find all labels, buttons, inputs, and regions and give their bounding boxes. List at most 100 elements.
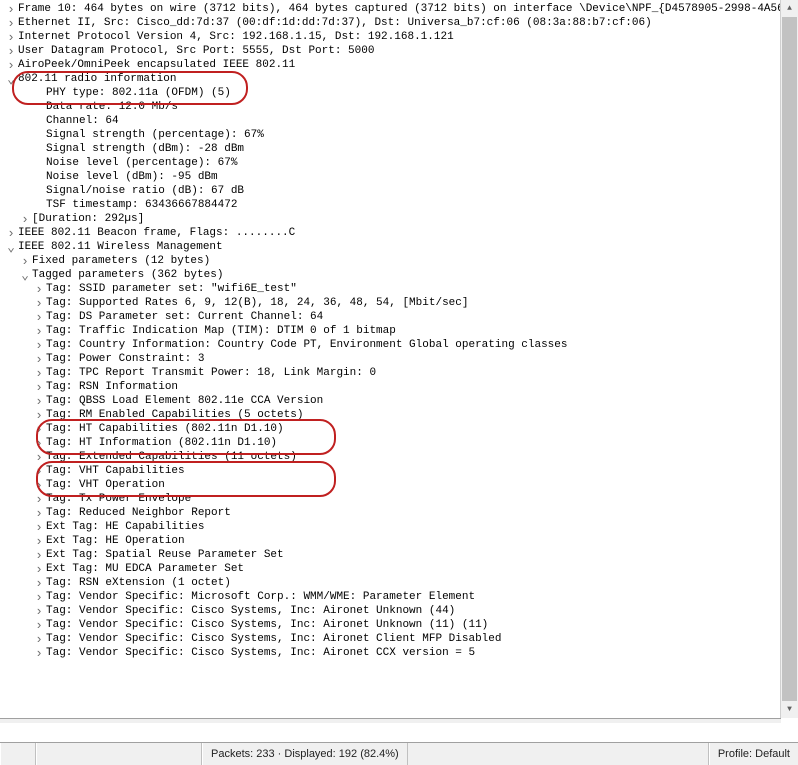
expand-toggle[interactable] bbox=[4, 226, 18, 240]
tree-label: Fixed parameters (12 bytes) bbox=[32, 254, 210, 268]
tree-label: PHY type: 802.11a (OFDM) (5) bbox=[46, 86, 231, 100]
status-profile[interactable]: Profile: Default bbox=[709, 743, 798, 765]
tree-row[interactable]: Tag: Vendor Specific: Microsoft Corp.: W… bbox=[4, 590, 798, 604]
tree-row[interactable]: Tag: VHT Capabilities bbox=[4, 464, 798, 478]
expand-toggle[interactable] bbox=[32, 380, 46, 394]
expand-toggle[interactable] bbox=[32, 632, 46, 646]
expand-toggle[interactable] bbox=[32, 520, 46, 534]
tree-row[interactable]: Noise level (percentage): 67% bbox=[4, 156, 798, 170]
expand-toggle[interactable] bbox=[32, 394, 46, 408]
expand-toggle[interactable] bbox=[4, 44, 18, 58]
expand-toggle[interactable] bbox=[32, 576, 46, 590]
tree-row[interactable]: Tag: RSN eXtension (1 octet) bbox=[4, 576, 798, 590]
tree-row[interactable]: Tag: Power Constraint: 3 bbox=[4, 352, 798, 366]
expand-toggle[interactable] bbox=[32, 534, 46, 548]
tree-row[interactable]: Tag: Vendor Specific: Cisco Systems, Inc… bbox=[4, 646, 798, 660]
collapse-toggle[interactable] bbox=[4, 72, 18, 86]
vertical-scrollbar[interactable]: ▲ ▼ bbox=[780, 0, 798, 718]
collapse-toggle[interactable] bbox=[18, 268, 32, 282]
tree-row[interactable]: Tag: RM Enabled Capabilities (5 octets) bbox=[4, 408, 798, 422]
expand-toggle[interactable] bbox=[4, 16, 18, 30]
expand-toggle[interactable] bbox=[32, 562, 46, 576]
tree-row[interactable]: Tag: DS Parameter set: Current Channel: … bbox=[4, 310, 798, 324]
expand-toggle[interactable] bbox=[4, 58, 18, 72]
expand-toggle[interactable] bbox=[18, 212, 32, 226]
expand-toggle[interactable] bbox=[32, 618, 46, 632]
expand-toggle[interactable] bbox=[32, 408, 46, 422]
tree-row[interactable]: Tag: TPC Report Transmit Power: 18, Link… bbox=[4, 366, 798, 380]
tree-label: Tagged parameters (362 bytes) bbox=[32, 268, 223, 282]
tree-row[interactable]: Tag: Tx Power Envelope bbox=[4, 492, 798, 506]
scroll-down-arrow[interactable]: ▼ bbox=[781, 701, 798, 718]
expand-toggle[interactable] bbox=[4, 30, 18, 44]
expand-toggle[interactable] bbox=[32, 604, 46, 618]
tree-row[interactable]: Signal/noise ratio (dB): 67 dB bbox=[4, 184, 798, 198]
tree-row[interactable]: Channel: 64 bbox=[4, 114, 798, 128]
tree-row[interactable]: 802.11 radio information bbox=[4, 72, 798, 86]
tree-row[interactable]: Tag: Vendor Specific: Cisco Systems, Inc… bbox=[4, 618, 798, 632]
tree-row[interactable]: Tag: Country Information: Country Code P… bbox=[4, 338, 798, 352]
expand-toggle[interactable] bbox=[4, 2, 18, 16]
tree-label: Tag: RSN eXtension (1 octet) bbox=[46, 576, 231, 590]
tree-row[interactable]: Tag: SSID parameter set: "wifi6E_test" bbox=[4, 282, 798, 296]
tree-row[interactable]: Tag: RSN Information bbox=[4, 380, 798, 394]
tree-row[interactable]: IEEE 802.11 Beacon frame, Flags: .......… bbox=[4, 226, 798, 240]
tree-row[interactable]: Ext Tag: HE Capabilities bbox=[4, 520, 798, 534]
tree-row[interactable]: Tag: Vendor Specific: Cisco Systems, Inc… bbox=[4, 604, 798, 618]
tree-row[interactable]: Tag: VHT Operation bbox=[4, 478, 798, 492]
tree-row[interactable]: Ext Tag: Spatial Reuse Parameter Set bbox=[4, 548, 798, 562]
packet-details-tree[interactable]: Frame 10: 464 bytes on wire (3712 bits),… bbox=[0, 0, 798, 664]
expand-toggle[interactable] bbox=[32, 422, 46, 436]
tree-row[interactable]: Data rate: 12.0 Mb/s bbox=[4, 100, 798, 114]
tree-row[interactable]: Ethernet II, Src: Cisco_dd:7d:37 (00:df:… bbox=[4, 16, 798, 30]
expand-toggle[interactable] bbox=[32, 478, 46, 492]
expand-toggle[interactable] bbox=[32, 436, 46, 450]
status-spacer bbox=[408, 743, 709, 765]
expand-toggle[interactable] bbox=[32, 338, 46, 352]
expand-toggle[interactable] bbox=[32, 646, 46, 660]
expand-toggle[interactable] bbox=[18, 254, 32, 268]
tree-row[interactable]: Tag: Supported Rates 6, 9, 12(B), 18, 24… bbox=[4, 296, 798, 310]
tree-row[interactable]: [Duration: 292µs] bbox=[4, 212, 798, 226]
scrollbar-thumb[interactable] bbox=[782, 17, 797, 701]
expand-toggle[interactable] bbox=[32, 506, 46, 520]
expand-toggle[interactable] bbox=[32, 282, 46, 296]
tree-label: Tag: Vendor Specific: Cisco Systems, Inc… bbox=[46, 604, 455, 618]
expand-toggle[interactable] bbox=[32, 548, 46, 562]
tree-label: Tag: RM Enabled Capabilities (5 octets) bbox=[46, 408, 303, 422]
expand-toggle[interactable] bbox=[32, 450, 46, 464]
tree-row[interactable]: Signal strength (percentage): 67% bbox=[4, 128, 798, 142]
tree-row[interactable]: Tag: HT Information (802.11n D1.10) bbox=[4, 436, 798, 450]
tree-row[interactable]: Tag: HT Capabilities (802.11n D1.10) bbox=[4, 422, 798, 436]
tree-row[interactable]: Tag: Vendor Specific: Cisco Systems, Inc… bbox=[4, 632, 798, 646]
tree-row[interactable]: Fixed parameters (12 bytes) bbox=[4, 254, 798, 268]
expand-toggle[interactable] bbox=[32, 464, 46, 478]
tree-row[interactable]: Signal strength (dBm): -28 dBm bbox=[4, 142, 798, 156]
tree-row[interactable]: Tagged parameters (362 bytes) bbox=[4, 268, 798, 282]
tree-row[interactable]: Tag: Reduced Neighbor Report bbox=[4, 506, 798, 520]
tree-row[interactable]: AiroPeek/OmniPeek encapsulated IEEE 802.… bbox=[4, 58, 798, 72]
tree-row[interactable]: Tag: QBSS Load Element 802.11e CCA Versi… bbox=[4, 394, 798, 408]
expand-toggle[interactable] bbox=[32, 310, 46, 324]
expand-toggle[interactable] bbox=[32, 492, 46, 506]
tree-row[interactable]: PHY type: 802.11a (OFDM) (5) bbox=[4, 86, 798, 100]
tree-row[interactable]: Tag: Extended Capabilities (11 octets) bbox=[4, 450, 798, 464]
tree-row[interactable]: TSF timestamp: 63436667884472 bbox=[4, 198, 798, 212]
tree-row[interactable]: Ext Tag: HE Operation bbox=[4, 534, 798, 548]
tree-label: IEEE 802.11 Beacon frame, Flags: .......… bbox=[18, 226, 295, 240]
tree-row[interactable]: Tag: Traffic Indication Map (TIM): DTIM … bbox=[4, 324, 798, 338]
tree-row[interactable]: Frame 10: 464 bytes on wire (3712 bits),… bbox=[4, 2, 798, 16]
expand-toggle[interactable] bbox=[32, 366, 46, 380]
tree-row[interactable]: User Datagram Protocol, Src Port: 5555, … bbox=[4, 44, 798, 58]
collapse-toggle[interactable] bbox=[4, 240, 18, 254]
tree-row[interactable]: Internet Protocol Version 4, Src: 192.16… bbox=[4, 30, 798, 44]
expand-toggle[interactable] bbox=[32, 590, 46, 604]
tree-row[interactable]: Noise level (dBm): -95 dBm bbox=[4, 170, 798, 184]
expand-toggle[interactable] bbox=[32, 324, 46, 338]
scroll-up-arrow[interactable]: ▲ bbox=[781, 0, 798, 17]
expand-toggle[interactable] bbox=[32, 296, 46, 310]
expand-toggle[interactable] bbox=[32, 352, 46, 366]
tree-label: Tag: QBSS Load Element 802.11e CCA Versi… bbox=[46, 394, 323, 408]
tree-row[interactable]: IEEE 802.11 Wireless Management bbox=[4, 240, 798, 254]
tree-row[interactable]: Ext Tag: MU EDCA Parameter Set bbox=[4, 562, 798, 576]
